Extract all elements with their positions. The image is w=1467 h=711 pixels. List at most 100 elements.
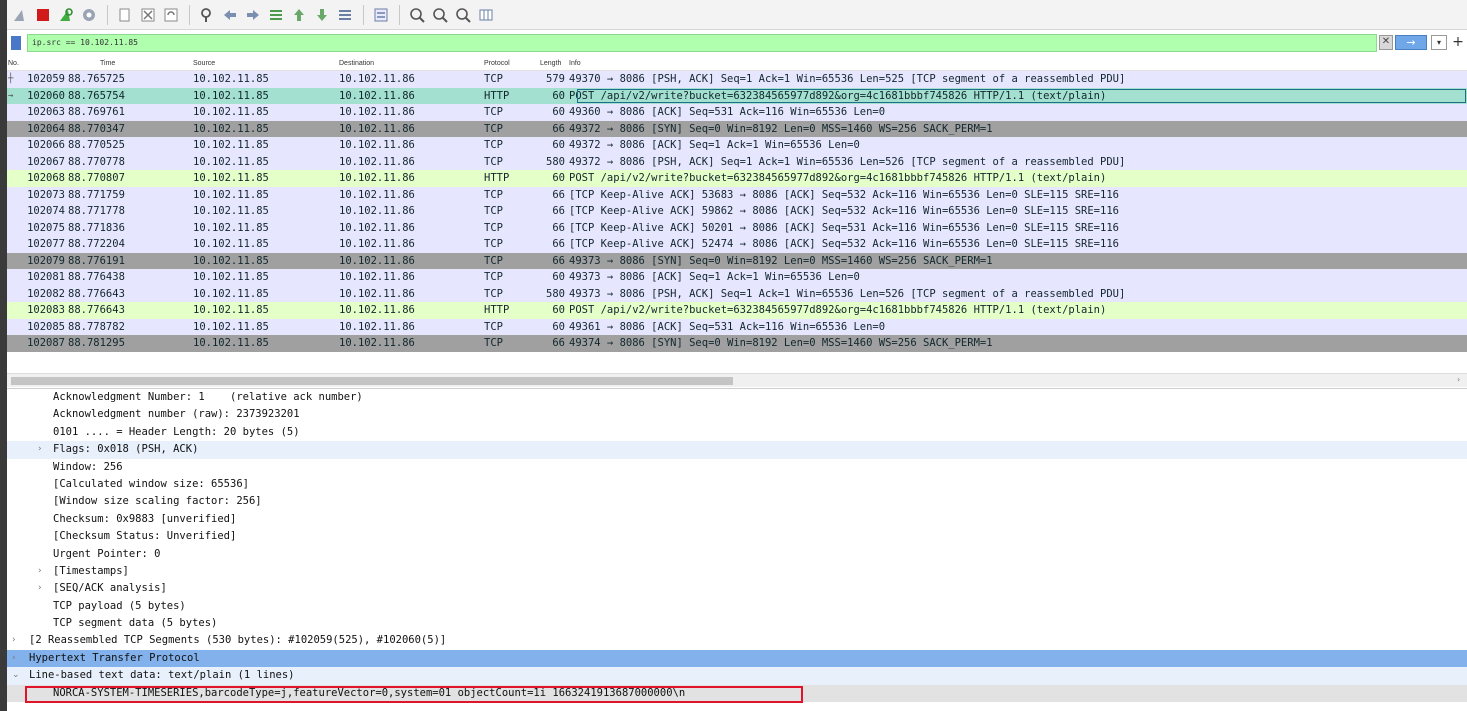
add-filter-button[interactable]: + [1451, 34, 1465, 50]
packet-row[interactable]: 102066 88.770525 10.102.11.85 10.102.11.86 T… [7, 137, 1467, 154]
column-header-protocol[interactable]: Protocol [484, 60, 510, 67]
detail-tree-item[interactable]: Acknowledgment Number: 1 (relative ack n… [7, 389, 1467, 406]
packet-row[interactable]: 102068 88.770807 10.102.11.85 10.102.11.86 H… [7, 170, 1467, 187]
capture-options-icon[interactable] [78, 4, 99, 25]
stop-capture-icon[interactable] [32, 4, 53, 25]
detail-tree-item[interactable]: NORCA-SYSTEM-TIMESERIES,barcodeType=j,fe… [7, 684, 1467, 703]
autoscroll-icon[interactable] [334, 4, 355, 25]
save-file-icon[interactable] [137, 4, 158, 25]
packet-number: 102066 [27, 139, 65, 151]
go-last-icon[interactable] [311, 4, 332, 25]
colorize-icon[interactable] [370, 4, 391, 25]
packet-info: [TCP Keep-Alive ACK] 50201 → 8086 [ACK] … [569, 221, 1119, 234]
shark-fin-start-icon[interactable] [9, 4, 30, 25]
column-header-destination[interactable]: Destination [339, 60, 374, 67]
packet-row[interactable]: 102083 88.776643 10.102.11.85 10.102.11.86 H… [7, 302, 1467, 319]
packet-destination: 10.102.11.86 [339, 238, 415, 250]
detail-tree-item[interactable]: Checksum: 0x9883 [unverified] [7, 511, 1467, 528]
packet-info: [TCP Keep-Alive ACK] 52474 → 8086 [ACK] … [569, 238, 1119, 250]
packet-row[interactable]: 102075 88.771836 10.102.11.85 10.102.11.86 T… [7, 219, 1467, 236]
detail-tree-item[interactable]: 0101 .... = Header Length: 20 bytes (5) [7, 424, 1467, 441]
open-file-icon[interactable] [114, 4, 135, 25]
packet-length: 580 [546, 287, 565, 300]
detail-tree-item[interactable]: ⌄ Line-based text data: text/plain (1 lin… [7, 667, 1467, 685]
zoom-in-icon[interactable] [406, 4, 427, 25]
packet-row[interactable]: 102073 88.771759 10.102.11.85 10.102.11.86 T… [7, 186, 1467, 203]
detail-tree-item[interactable]: › [SEQ/ACK analysis] [7, 580, 1467, 597]
detail-tree-item[interactable]: › [Timestamps] [7, 563, 1467, 580]
packet-row[interactable]: 102063 88.769761 10.102.11.85 10.102.11.86 T… [7, 104, 1467, 121]
column-header-info[interactable]: Info [569, 60, 581, 67]
packet-source: 10.102.11.85 [193, 238, 269, 250]
detail-tree-item[interactable]: Acknowledgment number (raw): 2373923201 [7, 406, 1467, 423]
packet-row[interactable]: 102067 88.770778 10.102.11.85 10.102.11.86 T… [7, 153, 1467, 170]
expand-arrow-icon[interactable]: › [38, 563, 42, 580]
detail-tree-item[interactable]: TCP payload (5 bytes) [7, 598, 1467, 615]
column-header-time[interactable]: Time [100, 60, 115, 67]
go-back-icon[interactable] [219, 4, 240, 25]
scroll-right-arrow-icon[interactable]: › [1457, 375, 1460, 384]
packet-protocol: HTTP [484, 89, 510, 102]
detail-tree-item[interactable]: › [2 Reassembled TCP Segments (530 bytes)… [7, 632, 1467, 649]
packet-protocol: HTTP [484, 304, 510, 316]
packet-info: 49373 → 8086 [ACK] Seq=1 Ack=1 Win=65536… [569, 271, 860, 283]
packet-row[interactable]: 102081 88.776438 10.102.11.85 10.102.11.86 T… [7, 269, 1467, 286]
detail-tree-item[interactable]: [Checksum Status: Unverified] [7, 528, 1467, 545]
packet-row[interactable]: 102087 88.781295 10.102.11.85 10.102.11.86 T… [7, 335, 1467, 352]
detail-text: [SEQ/ACK analysis] [53, 582, 167, 595]
go-first-icon[interactable] [288, 4, 309, 25]
packet-destination: 10.102.11.86 [339, 106, 415, 118]
display-filter-input[interactable]: ip.src == 10.102.11.85 [27, 34, 1377, 52]
detail-tree-item[interactable]: › Flags: 0x018 (PSH, ACK) [7, 441, 1467, 459]
expand-arrow-icon[interactable]: › [12, 632, 16, 649]
packet-row[interactable]: 102082 88.776643 10.102.11.85 10.102.11.86 T… [7, 285, 1467, 302]
packet-row[interactable]: 102085 88.778782 10.102.11.85 10.102.11.86 T… [7, 318, 1467, 335]
expand-arrow-icon[interactable]: › [38, 441, 42, 458]
restart-capture-icon[interactable] [55, 4, 76, 25]
detail-tree-item[interactable]: › Hypertext Transfer Protocol [7, 649, 1467, 668]
scrollbar-thumb[interactable] [11, 377, 733, 385]
expand-arrow-icon[interactable]: › [38, 580, 42, 597]
find-packet-icon[interactable] [196, 4, 217, 25]
detail-tree-item[interactable]: Window: 256 [7, 459, 1467, 476]
detail-tree-item[interactable]: [Calculated window size: 65536] [7, 476, 1467, 493]
clear-filter-icon[interactable]: ✕ [1379, 35, 1393, 50]
zoom-out-icon[interactable] [429, 4, 450, 25]
detail-text: Urgent Pointer: 0 [53, 547, 161, 560]
column-header-no[interactable]: No. [8, 60, 19, 67]
packet-number: 102075 [27, 221, 65, 234]
packet-info: POST /api/v2/write?bucket=632384565977d8… [569, 172, 1107, 184]
column-header-source[interactable]: Source [193, 60, 215, 67]
packet-info: 49373 → 8086 [SYN] Seq=0 Win=8192 Len=0 … [569, 254, 993, 267]
filter-history-dropdown[interactable]: ▾ [1431, 35, 1447, 50]
packet-info: 49361 → 8086 [ACK] Seq=531 Ack=116 Win=6… [569, 320, 886, 333]
packet-row[interactable]: 102074 88.771778 10.102.11.85 10.102.11.86 T… [7, 203, 1467, 220]
packet-number: 102068 [27, 172, 65, 184]
detail-text: [Window size scaling factor: 256] [53, 495, 262, 508]
go-forward-icon[interactable] [242, 4, 263, 25]
packet-row[interactable]: 102064 88.770347 10.102.11.85 10.102.11.86 T… [7, 120, 1467, 137]
close-file-icon[interactable] [160, 4, 181, 25]
detail-tree-item[interactable]: [Window size scaling factor: 256] [7, 493, 1467, 510]
packet-row[interactable]: ┼ 102059 88.765725 10.102.11.85 10.102.11.86… [7, 71, 1467, 88]
packet-info: [TCP Keep-Alive ACK] 53683 → 8086 [ACK] … [569, 188, 1119, 201]
column-header-length[interactable]: Length [540, 60, 561, 67]
bookmark-icon[interactable] [11, 36, 21, 50]
packet-row[interactable]: → 102060 88.765754 10.102.11.85 10.102.11.86… [7, 87, 1467, 104]
go-to-packet-icon[interactable] [265, 4, 286, 25]
highlight-annotation-box [25, 685, 803, 703]
resize-columns-icon[interactable] [475, 4, 496, 25]
packet-time: 88.765754 [68, 89, 125, 102]
packet-row[interactable]: 102077 88.772204 10.102.11.85 10.102.11.86 T… [7, 236, 1467, 253]
zoom-normal-icon[interactable] [452, 4, 473, 25]
packet-list-hscrollbar[interactable]: › [7, 373, 1467, 387]
collapse-arrow-icon[interactable]: ⌄ [12, 667, 20, 684]
packet-row[interactable]: 102079 88.776191 10.102.11.85 10.102.11.86 T… [7, 252, 1467, 269]
packet-length: 66 [552, 188, 565, 201]
detail-text: Window: 256 [53, 460, 123, 473]
expand-arrow-icon[interactable]: › [12, 650, 16, 667]
detail-tree-item[interactable]: TCP segment data (5 bytes) [7, 615, 1467, 632]
detail-tree-item[interactable]: Urgent Pointer: 0 [7, 546, 1467, 563]
apply-filter-button[interactable]: → [1395, 35, 1427, 50]
packet-source: 10.102.11.85 [193, 89, 269, 102]
